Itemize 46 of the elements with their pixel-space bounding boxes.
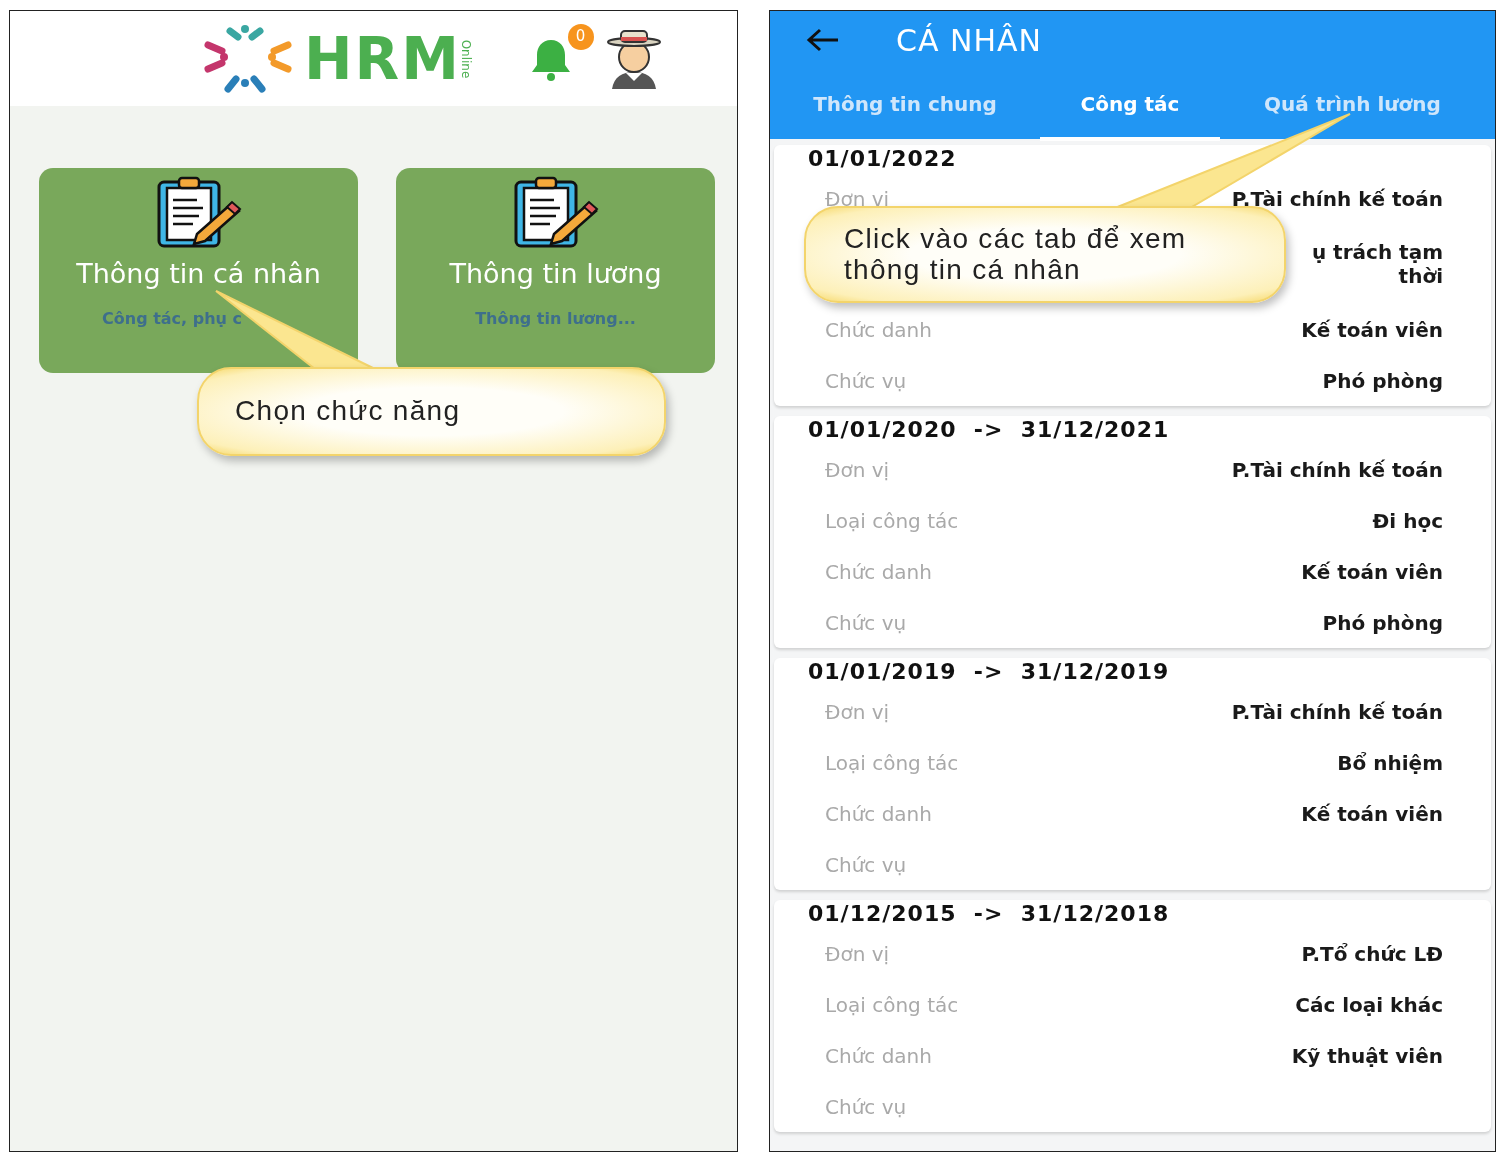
field-value: Kế toán viên bbox=[1301, 559, 1443, 584]
menu-tile[interactable]: Thông tin lương Thông tin lương... bbox=[396, 168, 715, 373]
field-label: Đơn vị bbox=[825, 698, 890, 726]
field-label: Đơn vị bbox=[825, 456, 890, 484]
field-label: Loại công tác bbox=[825, 991, 959, 1019]
logo-text: HRM bbox=[304, 29, 461, 88]
record-period: 01/12/2015 -> 31/12/2018 bbox=[807, 900, 1171, 928]
field-label: Chức danh bbox=[825, 1042, 932, 1070]
field-value: ụ trách tạm thời bbox=[1311, 240, 1443, 288]
field-value: Phó phòng bbox=[1322, 368, 1443, 393]
logo-tagline: Online bbox=[458, 39, 475, 78]
field-label: Chức danh bbox=[825, 800, 932, 828]
avatar-icon[interactable] bbox=[605, 28, 662, 89]
field-label: Chức vụ bbox=[825, 367, 907, 395]
screen-title: CÁ NHÂN bbox=[896, 21, 1042, 60]
field-label: Loại công tác bbox=[825, 749, 959, 777]
field-label: Loại công tác bbox=[825, 507, 959, 535]
field-value: Kế toán viên bbox=[1301, 317, 1443, 342]
field-value: Bổ nhiệm bbox=[1337, 750, 1443, 775]
field-label: Chức danh bbox=[825, 316, 932, 344]
record-period: 01/01/2022 bbox=[807, 145, 958, 173]
field-label: Chức vụ bbox=[825, 609, 907, 637]
record-period: 01/01/2020 -> 31/12/2021 bbox=[807, 416, 1171, 444]
tab[interactable]: Công tác bbox=[1040, 89, 1220, 141]
callout-text: Click vào các tab để xem thông tin cá nhân bbox=[844, 223, 1187, 286]
field-label: Chức danh bbox=[825, 558, 932, 586]
field-value: P.Tài chính kế toán bbox=[1231, 457, 1443, 482]
field-value: Kế toán viên bbox=[1301, 801, 1443, 826]
field-value: Kỹ thuật viên bbox=[1291, 1043, 1443, 1068]
field-label: Chức vụ bbox=[825, 1093, 907, 1121]
field-label: Chức vụ bbox=[825, 851, 907, 879]
field-label: Đơn vị bbox=[825, 940, 890, 968]
field-value: P.Tổ chức LĐ bbox=[1301, 941, 1443, 966]
record-period: 01/01/2019 -> 31/12/2019 bbox=[807, 658, 1171, 686]
field-value: Các loại khác bbox=[1295, 992, 1443, 1017]
field-value: P.Tài chính kế toán bbox=[1231, 186, 1443, 211]
field-value: P.Tài chính kế toán bbox=[1231, 699, 1443, 724]
tab[interactable]: Thông tin chung bbox=[770, 89, 1040, 141]
field-value: Đi học bbox=[1372, 508, 1443, 533]
notification-badge: 0 bbox=[567, 23, 594, 50]
back-arrow-icon[interactable] bbox=[806, 28, 840, 52]
callout-text: Chọn chức năng bbox=[235, 396, 461, 427]
menu-tile[interactable]: Thông tin cá nhân Công tác, phụ c bbox=[39, 168, 358, 373]
tab[interactable]: Quá trình lương bbox=[1220, 89, 1485, 141]
logo-icon bbox=[202, 22, 294, 95]
field-value: Phó phòng bbox=[1322, 610, 1443, 635]
